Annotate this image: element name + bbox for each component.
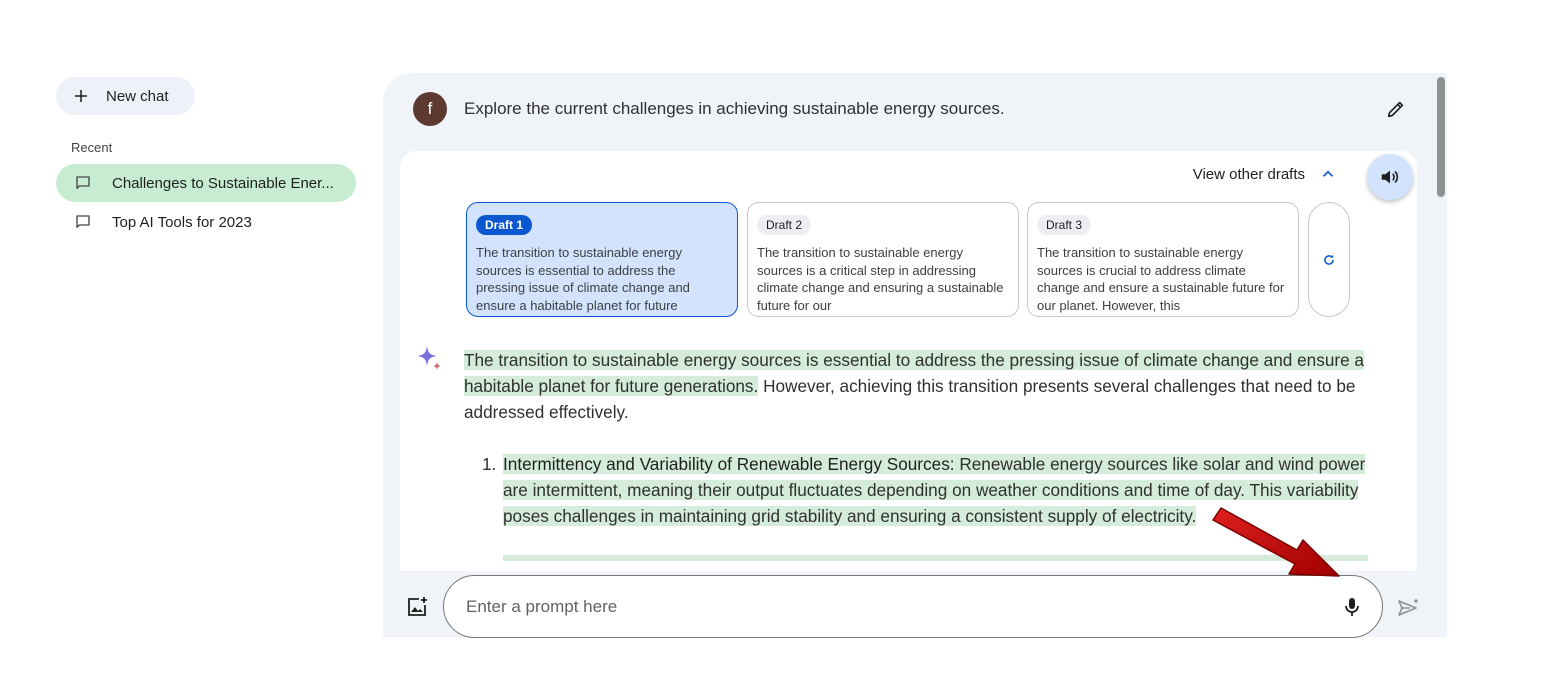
new-chat-label: New chat (106, 87, 169, 105)
sidebar-item-ai-tools[interactable]: Top AI Tools for 2023 (56, 203, 356, 241)
annotation-arrow-icon (1212, 507, 1340, 577)
send-icon[interactable] (1396, 596, 1420, 620)
draft-card-3[interactable]: Draft 3 The transition to sustainable en… (1027, 202, 1299, 317)
draft-preview: The transition to sustainable energy sou… (1037, 245, 1285, 313)
sidebar-item-label: Top AI Tools for 2023 (112, 213, 252, 231)
prompt-input[interactable] (466, 594, 1306, 620)
sidebar-item-challenges[interactable]: Challenges to Sustainable Ener... (56, 164, 356, 202)
draft-badge: Draft 2 (757, 215, 812, 235)
microphone-icon[interactable] (1340, 595, 1364, 619)
avatar[interactable]: f (413, 92, 447, 126)
response-intro: The transition to sustainable energy sou… (464, 347, 1384, 425)
pencil-icon[interactable] (1385, 98, 1407, 120)
draft-preview: The transition to sustainable energy sou… (757, 245, 1004, 313)
add-image-icon[interactable] (405, 595, 429, 619)
draft-badge: Draft 3 (1037, 215, 1092, 235)
gemini-sparkle-icon (417, 346, 441, 370)
chat-bubble-icon (76, 215, 90, 228)
plus-icon (75, 90, 87, 102)
prompt-box (443, 575, 1383, 638)
refresh-icon (1324, 254, 1334, 265)
list-item-title: Intermittency and Variability of Renewab… (503, 454, 955, 474)
chevron-up-icon (1322, 170, 1334, 177)
scrollbar[interactable] (1437, 77, 1445, 197)
new-chat-button[interactable]: New chat (56, 77, 195, 115)
chat-bubble-icon (76, 176, 90, 189)
sidebar-item-label: Challenges to Sustainable Ener... (112, 174, 334, 192)
speaker-icon (1381, 170, 1399, 184)
user-prompt-text: Explore the current challenges in achiev… (464, 99, 1005, 118)
read-aloud-button[interactable] (1367, 154, 1413, 200)
regenerate-drafts-button[interactable] (1308, 202, 1350, 317)
draft-preview: The transition to sustainable energy sou… (476, 245, 690, 313)
list-number: 1. (482, 454, 497, 474)
user-message-row: f Explore the current challenges in achi… (413, 91, 1407, 127)
draft-card-2[interactable]: Draft 2 The transition to sustainable en… (747, 202, 1019, 317)
draft-badge: Draft 1 (476, 215, 533, 235)
recent-heading: Recent (71, 140, 113, 155)
view-drafts-toggle[interactable]: View other drafts (1193, 165, 1337, 183)
draft-card-1[interactable]: Draft 1 The transition to sustainable en… (466, 202, 738, 317)
view-drafts-label: View other drafts (1192, 165, 1305, 183)
